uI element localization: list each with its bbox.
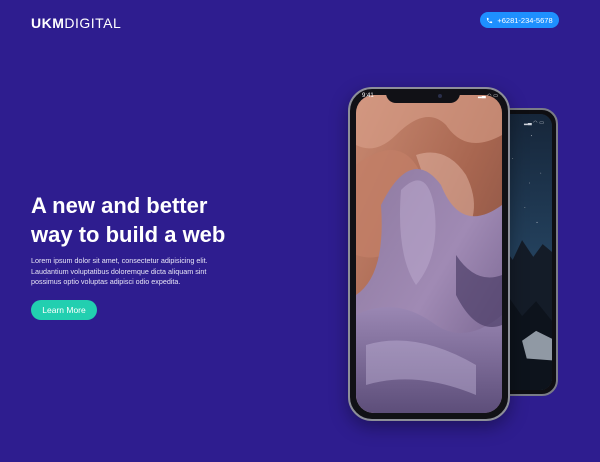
logo-light-text: DIGITAL — [64, 15, 122, 31]
phone-notch — [386, 89, 460, 103]
logo-bold-text: UKM — [31, 15, 65, 31]
hero-description: Lorem ipsum dolor sit amet, consectetur … — [31, 256, 231, 288]
desc-line-3: possimus optio voluptas adipisci odio ex… — [31, 277, 181, 286]
headline-line-1: A new and better — [31, 193, 208, 218]
front-status-icons: ▂▃ ◠ ▭ — [478, 93, 498, 99]
learn-more-button[interactable]: Learn More — [31, 300, 97, 320]
phone-number: +6281-234-5678 — [497, 15, 553, 25]
desc-line-2: Laudantium voluptatibus doloremque dicta… — [31, 266, 207, 276]
phone-front-screen — [356, 95, 502, 413]
phone-icon — [487, 17, 493, 23]
hero-headline: A new and better way to build a web — [31, 191, 225, 249]
phone-contact-button[interactable]: +6281-234-5678 — [480, 12, 559, 28]
phone-time: 9:41 — [362, 93, 374, 99]
canyon-image — [356, 95, 502, 413]
headline-line-2: way to build a web — [31, 222, 226, 247]
desc-line-1: Lorem ipsum dolor sit amet, consectetur … — [31, 256, 208, 265]
brand-logo[interactable]: UKMDIGITAL — [31, 14, 121, 32]
camera-dot — [438, 94, 442, 98]
back-status-icons: ▂▃ ◠ ▭ — [524, 120, 544, 126]
phone-mockup-front: 9:41 ▂▃ ◠ ▭ — [348, 87, 510, 421]
